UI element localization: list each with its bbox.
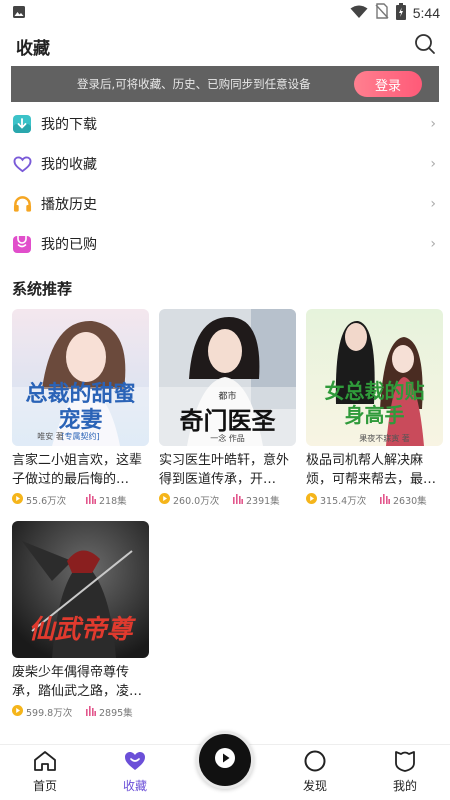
menu-label-purchased: 我的已购: [41, 237, 97, 253]
cover-title: 仙武帝尊: [28, 615, 133, 645]
book-description: 废柴少年偶得帝尊传承，踏仙武之路，凌…: [12, 665, 143, 699]
play-count-icon: [12, 705, 23, 719]
battery-charging-icon: [395, 2, 406, 24]
cover-author: 唯安 著: [37, 432, 64, 441]
purchase-bag-icon: [12, 234, 32, 254]
menu-label-downloads: 我的下载: [41, 117, 97, 133]
episodes-icon: [233, 493, 243, 507]
book-cover[interactable]: 总裁的甜蜜宠妻 [专属契约] 唯安 著: [12, 309, 149, 446]
nav-label-discover: 发现: [302, 779, 327, 793]
profile-shield-icon: [394, 748, 416, 774]
wifi-icon: [350, 4, 368, 23]
player-button[interactable]: [196, 731, 254, 789]
chevron-right-icon: ›: [430, 116, 436, 132]
heart-icon: [12, 154, 32, 174]
top-bar: 收藏: [0, 26, 450, 66]
menu-item-favorites[interactable]: 我的收藏 ›: [0, 144, 450, 184]
book-cover[interactable]: 仙武帝尊: [12, 521, 149, 658]
play-count-icon: [159, 493, 170, 507]
search-icon[interactable]: [414, 33, 436, 59]
play-count: 599.8万次: [26, 708, 73, 719]
menu-item-downloads[interactable]: 我的下载 ›: [0, 104, 450, 144]
book-card[interactable]: 女总裁的贴身高手 果夜不寐寅 著 极品司机帮人解决麻烦，可帮来帮去，最… 315…: [306, 309, 443, 507]
status-time: 5:44: [412, 5, 440, 21]
book-stats: 315.4万次 2630集: [306, 493, 443, 507]
login-button[interactable]: 登录: [354, 71, 422, 97]
status-bar: 5:44: [0, 0, 450, 26]
episode-count: 2630集: [393, 496, 427, 507]
bottom-nav: 首页 收藏 发现 我的: [0, 731, 450, 800]
heart-icon: [123, 748, 147, 774]
book-cover[interactable]: 都市 奇门医圣 一念 作品: [159, 309, 296, 446]
play-icon: [215, 748, 235, 772]
play-count: 55.6万次: [26, 496, 67, 507]
book-stats: 599.8万次 2895集: [12, 705, 149, 719]
no-sim-icon: [375, 3, 389, 23]
cover-title: 总裁的甜蜜宠妻: [25, 381, 136, 433]
book-card[interactable]: 仙武帝尊 废柴少年偶得帝尊传承，踏仙武之路，凌… 599.8万次 2895集: [12, 521, 149, 719]
nav-home[interactable]: 首页: [0, 745, 90, 800]
page-title: 收藏: [16, 38, 50, 59]
chevron-right-icon: ›: [430, 236, 436, 252]
episode-count: 2391集: [246, 496, 280, 507]
download-icon: [12, 114, 32, 134]
episodes-icon: [86, 705, 96, 719]
nav-label-profile: 我的: [392, 779, 417, 793]
play-count-icon: [12, 493, 23, 507]
play-count: 315.4万次: [320, 496, 367, 507]
episodes-icon: [380, 493, 390, 507]
episode-count: 218集: [99, 496, 127, 507]
play-count: 260.0万次: [173, 496, 220, 507]
discover-circle-icon: [303, 748, 327, 774]
chevron-right-icon: ›: [430, 156, 436, 172]
book-card[interactable]: 总裁的甜蜜宠妻 [专属契约] 唯安 著 言家二小姐言欢，这辈子做过的最后悔的… …: [12, 309, 149, 507]
book-stats: 55.6万次 218集: [12, 493, 149, 507]
chevron-right-icon: ›: [430, 196, 436, 212]
section-title-recommend: 系统推荐: [12, 280, 73, 298]
menu-item-purchased[interactable]: 我的已购 ›: [0, 224, 450, 264]
episodes-icon: [86, 493, 96, 507]
login-banner: 登录后,可将收藏、历史、已购同步到任意设备 登录: [11, 66, 439, 102]
collection-menu: 我的下载 › 我的收藏 › 播放历史 › 我的已购 ›: [0, 104, 450, 264]
nav-profile[interactable]: 我的: [360, 745, 450, 800]
login-hint: 登录后,可将收藏、历史、已购同步到任意设备: [77, 77, 311, 91]
cover-author: 果夜不寐寅 著: [359, 434, 410, 443]
play-count-icon: [306, 493, 317, 507]
cover-title: 女总裁的贴身高手: [324, 379, 425, 427]
headphones-icon: [12, 194, 32, 214]
menu-item-history[interactable]: 播放历史 ›: [0, 184, 450, 224]
cover-title: 奇门医圣: [179, 406, 276, 435]
nav-label-home: 首页: [32, 779, 57, 793]
book-stats: 260.0万次 2391集: [159, 493, 296, 507]
home-icon: [33, 748, 57, 774]
cover-author: 一念 作品: [210, 434, 245, 443]
book-cover[interactable]: 女总裁的贴身高手 果夜不寐寅 著: [306, 309, 443, 446]
book-description: 言家二小姐言欢，这辈子做过的最后悔的…: [12, 453, 143, 487]
book-grid: 总裁的甜蜜宠妻 [专属契约] 唯安 著 言家二小姐言欢，这辈子做过的最后悔的… …: [0, 309, 450, 719]
book-description: 实习医生叶皓轩，意外得到医道传承，开…: [159, 453, 290, 487]
episode-count: 2895集: [99, 708, 133, 719]
book-description: 极品司机帮人解决麻烦，可帮来帮去，最…: [306, 453, 437, 487]
nav-favorites[interactable]: 收藏: [90, 745, 180, 800]
menu-label-history: 播放历史: [41, 197, 97, 213]
nav-label-favorites: 收藏: [122, 779, 147, 793]
book-card[interactable]: 都市 奇门医圣 一念 作品 实习医生叶皓轩，意外得到医道传承，开… 260.0万…: [159, 309, 296, 507]
nav-discover[interactable]: 发现: [270, 745, 360, 800]
nav-player-slot: [180, 731, 270, 800]
image-icon: [12, 4, 26, 23]
menu-label-favorites: 我的收藏: [41, 157, 97, 173]
